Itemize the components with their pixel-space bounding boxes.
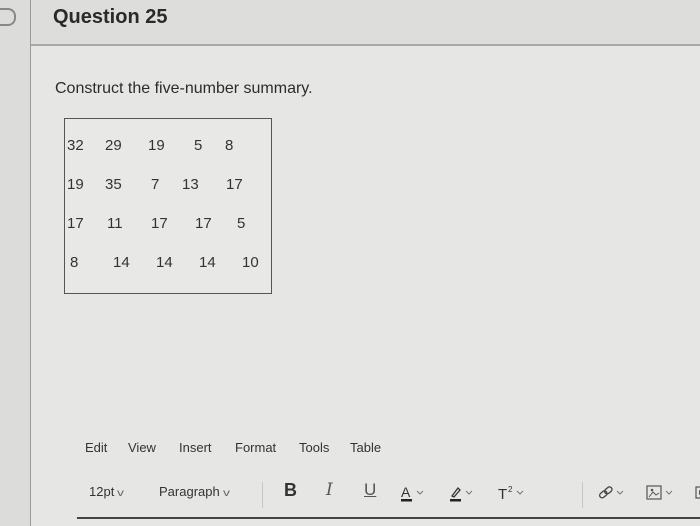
data-cell: 7 bbox=[151, 176, 160, 193]
data-cell: 19 bbox=[67, 176, 84, 193]
bold-button[interactable]: B bbox=[284, 480, 297, 501]
question-prompt: Construct the five-number summary. bbox=[55, 80, 313, 97]
block-format-dropdown[interactable]: Paragraph v bbox=[159, 484, 230, 499]
menu-table[interactable]: Table bbox=[350, 440, 381, 455]
highlight-button[interactable] bbox=[449, 484, 479, 507]
data-cell: 8 bbox=[225, 137, 234, 154]
menu-view[interactable]: View bbox=[128, 440, 156, 455]
italic-button[interactable]: I bbox=[326, 480, 333, 500]
font-size-value: 12pt bbox=[89, 484, 115, 499]
data-cell: 11 bbox=[107, 215, 123, 232]
data-cell: 13 bbox=[182, 176, 199, 193]
editor-toolbar: 12pt v Paragraph v B I U A T 2 bbox=[31, 480, 700, 508]
toolbar-divider bbox=[582, 482, 583, 508]
chevron-down-icon: v bbox=[222, 488, 230, 499]
data-cell: 8 bbox=[70, 254, 79, 271]
highlight-icon bbox=[450, 487, 473, 502]
data-cell: 14 bbox=[199, 254, 216, 271]
chevron-down-icon: v bbox=[117, 488, 125, 499]
menu-format[interactable]: Format bbox=[235, 440, 276, 455]
svg-text:2: 2 bbox=[508, 485, 513, 494]
toolbar-divider bbox=[262, 482, 263, 508]
text-color-button[interactable]: A bbox=[400, 484, 430, 507]
image-button[interactable] bbox=[646, 484, 680, 507]
question-header: Question 25 bbox=[31, 0, 700, 46]
svg-text:T: T bbox=[498, 486, 507, 503]
font-size-dropdown[interactable]: 12pt v bbox=[89, 484, 125, 499]
question-title: Question 25 bbox=[53, 6, 168, 28]
data-cell: 5 bbox=[194, 137, 203, 154]
data-cell: 5 bbox=[237, 215, 246, 232]
data-cell: 14 bbox=[156, 254, 173, 271]
data-cell: 29 bbox=[105, 137, 122, 154]
svg-text:A: A bbox=[401, 484, 411, 500]
data-cell: 32 bbox=[67, 137, 84, 154]
underline-button[interactable]: U bbox=[364, 480, 376, 500]
link-icon bbox=[599, 486, 624, 499]
media-button[interactable]: ♫ bbox=[695, 484, 700, 507]
data-cell: 17 bbox=[151, 215, 168, 232]
left-gutter bbox=[0, 0, 31, 526]
menu-edit[interactable]: Edit bbox=[85, 440, 107, 455]
data-cell: 35 bbox=[105, 176, 122, 193]
superscript-icon: T 2 bbox=[498, 485, 524, 503]
data-cell: 10 bbox=[242, 254, 259, 271]
rich-text-editor-body[interactable] bbox=[77, 517, 700, 519]
data-cell: 17 bbox=[67, 215, 84, 232]
menu-insert[interactable]: Insert bbox=[179, 440, 212, 455]
data-cell: 14 bbox=[113, 254, 130, 271]
data-cell: 17 bbox=[226, 176, 243, 193]
block-format-value: Paragraph bbox=[159, 484, 220, 499]
link-button[interactable] bbox=[597, 484, 631, 507]
data-cell: 17 bbox=[195, 215, 212, 232]
text-color-icon: A bbox=[401, 484, 424, 502]
menu-tools[interactable]: Tools bbox=[299, 440, 329, 455]
flag-icon[interactable] bbox=[0, 8, 16, 26]
media-icon: ♫ bbox=[695, 486, 700, 499]
data-cell: 19 bbox=[148, 137, 165, 154]
question-content: Construct the five-number summary. 32 29… bbox=[31, 46, 700, 526]
image-icon bbox=[646, 485, 673, 500]
superscript-button[interactable]: T 2 bbox=[497, 484, 531, 507]
data-table: 32 29 19 5 8 19 35 7 13 17 17 11 17 17 5… bbox=[64, 118, 272, 294]
